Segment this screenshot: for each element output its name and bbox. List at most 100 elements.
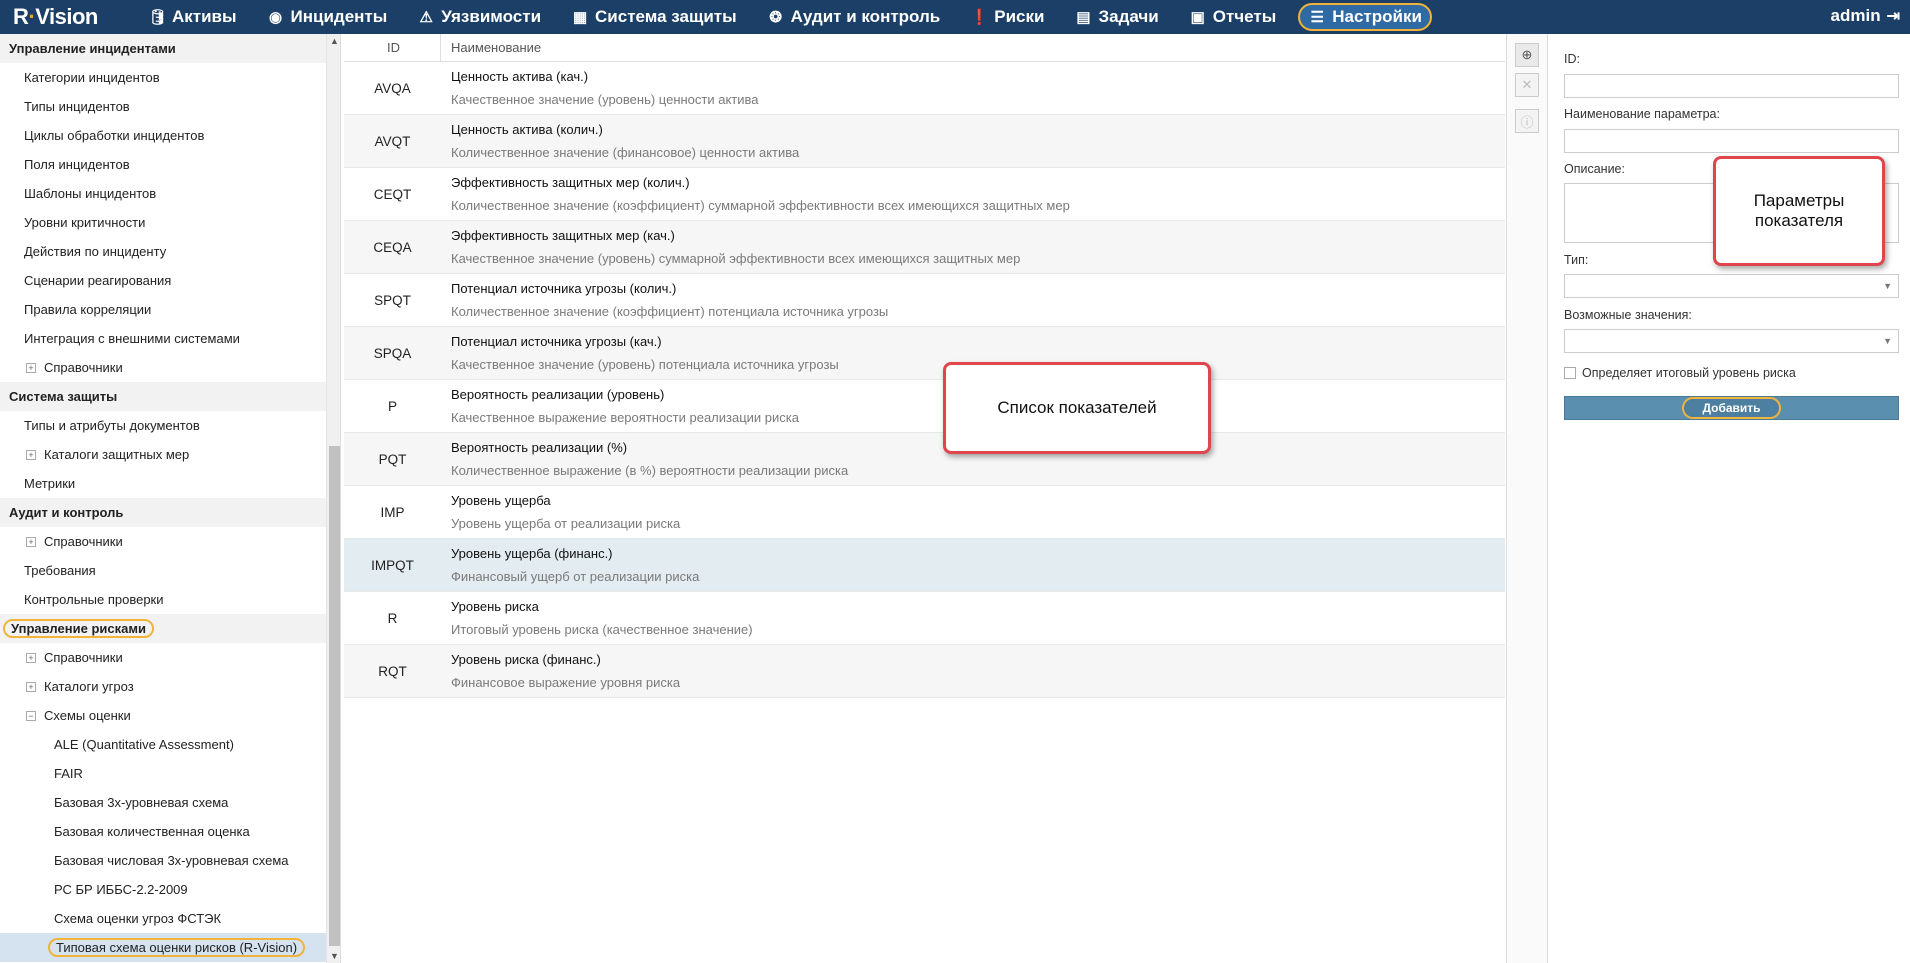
sidebar-section-header[interactable]: Аудит и контроль — [0, 498, 326, 527]
sidebar-item[interactable]: Типы и атрибуты документов — [0, 411, 326, 440]
nav-item-5[interactable]: ❗ Риски — [962, 3, 1052, 31]
expand-icon[interactable]: + — [26, 362, 36, 373]
scrollbar-thumb[interactable] — [329, 446, 340, 946]
database-icon: 🛢 — [148, 9, 168, 26]
app-logo[interactable]: R·Vision — [0, 4, 140, 30]
sidebar-item[interactable]: Базовая количественная оценка — [0, 817, 326, 846]
sidebar-item[interactable]: Контрольные проверки — [0, 585, 326, 614]
sidebar-item-label: РС БР ИББС-2.2-2009 — [54, 882, 188, 897]
table-row[interactable]: CEQA Эффективность защитных мер (кач.) Кач… — [344, 221, 1505, 274]
indicator-name: Потенциал источника угрозы (кач.) — [451, 334, 662, 349]
checkbox-box[interactable] — [1564, 367, 1576, 379]
table-row[interactable]: AVQT Ценность актива (колич.) Количественн… — [344, 115, 1505, 168]
table-row[interactable]: RQT Уровень риска (финанс.) Финансовое выр… — [344, 645, 1505, 698]
sidebar-item[interactable]: Уровни критичности — [0, 208, 326, 237]
column-header-name[interactable]: Наименование — [441, 40, 541, 55]
sidebar-item[interactable]: − Схемы оценки — [0, 701, 326, 730]
scroll-down-icon[interactable]: ▼ — [330, 951, 339, 961]
sidebar-section-header[interactable]: Управление рисками — [0, 614, 326, 643]
sidebar-item[interactable]: Базовая числовая 3х-уровневая схема — [0, 846, 326, 875]
cell-id: AVQT — [374, 133, 411, 149]
sidebar-item-label: Правила корреляции — [24, 302, 152, 317]
type-label: Тип: — [1564, 253, 1589, 267]
column-header-id[interactable]: ID — [344, 33, 441, 62]
nav-item-7[interactable]: ▣ Отчеты — [1181, 3, 1285, 31]
nav-item-3[interactable]: ▦ Система защиты — [563, 3, 745, 31]
sidebar-item[interactable]: + Справочники — [0, 353, 326, 382]
table-row[interactable]: SPQT Потенциал источника угрозы (колич.) К… — [344, 274, 1505, 327]
sidebar-item-label: Интеграция с внешними системами — [24, 331, 240, 346]
table-row[interactable]: IMPQT Уровень ущерба (финанс.) Финансовый … — [344, 539, 1505, 592]
sidebar-item[interactable]: ALE (Quantitative Assessment) — [0, 730, 326, 759]
sidebar-section-header[interactable]: Управление инцидентами — [0, 34, 326, 63]
sidebar-item[interactable]: + Каталоги защитных мер — [0, 440, 326, 469]
sidebar-item[interactable]: + Справочники — [0, 643, 326, 672]
menu-icon: ☰ — [1310, 9, 1324, 26]
sidebar-item[interactable]: Требования — [0, 556, 326, 585]
values-select[interactable]: ▼ — [1564, 329, 1899, 353]
sidebar-item[interactable]: Категории инцидентов — [0, 63, 326, 92]
name-field[interactable] — [1564, 129, 1899, 153]
table-row[interactable]: SPQA Потенциал источника угрозы (кач.) Кач… — [344, 327, 1505, 380]
table-row[interactable]: PQT Вероятность реализации (%) Количествен… — [344, 433, 1505, 486]
sidebar-item[interactable]: Действия по инциденту — [0, 237, 326, 266]
type-select[interactable]: ▼ — [1564, 274, 1899, 298]
table-row[interactable]: AVQA Ценность актива (кач.) Качественное з… — [344, 62, 1505, 115]
nav-item-0[interactable]: 🛢 Активы — [140, 3, 245, 31]
indicator-name: Потенциал источника угрозы (колич.) — [451, 281, 677, 296]
expand-icon[interactable]: + — [26, 536, 36, 547]
sidebar-item[interactable]: Метрики — [0, 469, 326, 498]
sidebar-item[interactable]: Типы инцидентов — [0, 92, 326, 121]
sidebar-item[interactable]: FAIR — [0, 759, 326, 788]
sidebar-section-header[interactable]: Система защиты — [0, 382, 326, 411]
cell-id: P — [387, 398, 397, 414]
sidebar-item[interactable]: Типовая схема оценки рисков (R-Vision) — [0, 933, 326, 962]
sidebar-item[interactable]: Циклы обработки инцидентов — [0, 121, 326, 150]
sidebar-item-label: Справочники — [44, 534, 123, 549]
info-icon[interactable]: ⓘ — [1515, 109, 1539, 133]
nav-item-8[interactable]: ☰ Настройки — [1298, 3, 1432, 31]
table-row[interactable]: R Уровень риска Итоговый уровень риска (ка… — [344, 592, 1505, 645]
cell-name: Уровень ущерба Уровень ущерба от реализац… — [441, 486, 680, 538]
id-field[interactable] — [1564, 74, 1899, 98]
nav-item-6[interactable]: ▤ Задачи — [1066, 3, 1166, 31]
sidebar-item[interactable]: Интеграция с внешними системами — [0, 324, 326, 353]
table-row[interactable]: CEQT Эффективность защитных мер (колич.) К… — [344, 168, 1505, 221]
table-row[interactable]: P Вероятность реализации (уровень) Качеств… — [344, 380, 1505, 433]
indicator-name: Уровень ущерба — [451, 493, 551, 508]
cell-id: CEQT — [373, 186, 412, 202]
sidebar-item-label: Аудит и контроль — [9, 505, 124, 520]
scroll-up-icon[interactable]: ▲ — [330, 36, 339, 46]
collapse-icon[interactable]: − — [26, 710, 36, 721]
add-icon[interactable]: ⊕ — [1515, 43, 1539, 67]
indicators-table: ID Наименование AVQA Ценность актива (кач… — [344, 33, 1505, 963]
add-button[interactable]: Добавить — [1564, 396, 1899, 420]
sidebar-item[interactable]: Схема оценки угроз ФСТЭК — [0, 904, 326, 933]
sidebar-item[interactable]: Базовая 3х-уровневая схема — [0, 788, 326, 817]
sidebar-item[interactable]: Поля инцидентов — [0, 150, 326, 179]
sidebar-item-label: Действия по инциденту — [24, 244, 167, 259]
sidebar-item[interactable]: + Каталоги угроз — [0, 672, 326, 701]
expand-icon[interactable]: + — [26, 449, 36, 460]
sidebar-item[interactable]: + Справочники — [0, 527, 326, 556]
nav-item-1[interactable]: ◉ Инциденты — [259, 3, 396, 31]
expand-icon[interactable]: + — [26, 681, 36, 692]
nav-item-2[interactable]: ⚠ Уязвимости — [409, 3, 549, 31]
expand-icon[interactable]: + — [26, 652, 36, 663]
indicator-description: Качественное значение (уровень) ценности… — [451, 92, 759, 107]
final-level-checkbox[interactable]: Определяет итоговый уровень риска — [1564, 366, 1796, 380]
logout-icon[interactable]: ⇥ — [1887, 6, 1900, 26]
sidebar-item-label: Контрольные проверки — [24, 592, 164, 607]
delete-icon[interactable]: ✕ — [1515, 73, 1539, 97]
sidebar-item[interactable]: РС БР ИББС-2.2-2009 — [0, 875, 326, 904]
sidebar-item[interactable]: Правила корреляции — [0, 295, 326, 324]
user-menu[interactable]: admin ⇥ — [1831, 6, 1900, 26]
table-row[interactable]: IMP Уровень ущерба Уровень ущерба от реали… — [344, 486, 1505, 539]
sidebar-item-label: Схема оценки угроз ФСТЭК — [54, 911, 222, 926]
sidebar-item-label: Базовая 3х-уровневая схема — [54, 795, 229, 810]
sidebar-item[interactable]: Сценарии реагирования — [0, 266, 326, 295]
sidebar-item[interactable]: Шаблоны инцидентов — [0, 179, 326, 208]
sidebar-scrollbar[interactable]: ▲ ▼ — [326, 34, 340, 963]
nav-item-4[interactable]: ❂ Аудит и контроль — [759, 3, 949, 31]
indicator-description: Финансовый ущерб от реализации риска — [451, 569, 700, 584]
